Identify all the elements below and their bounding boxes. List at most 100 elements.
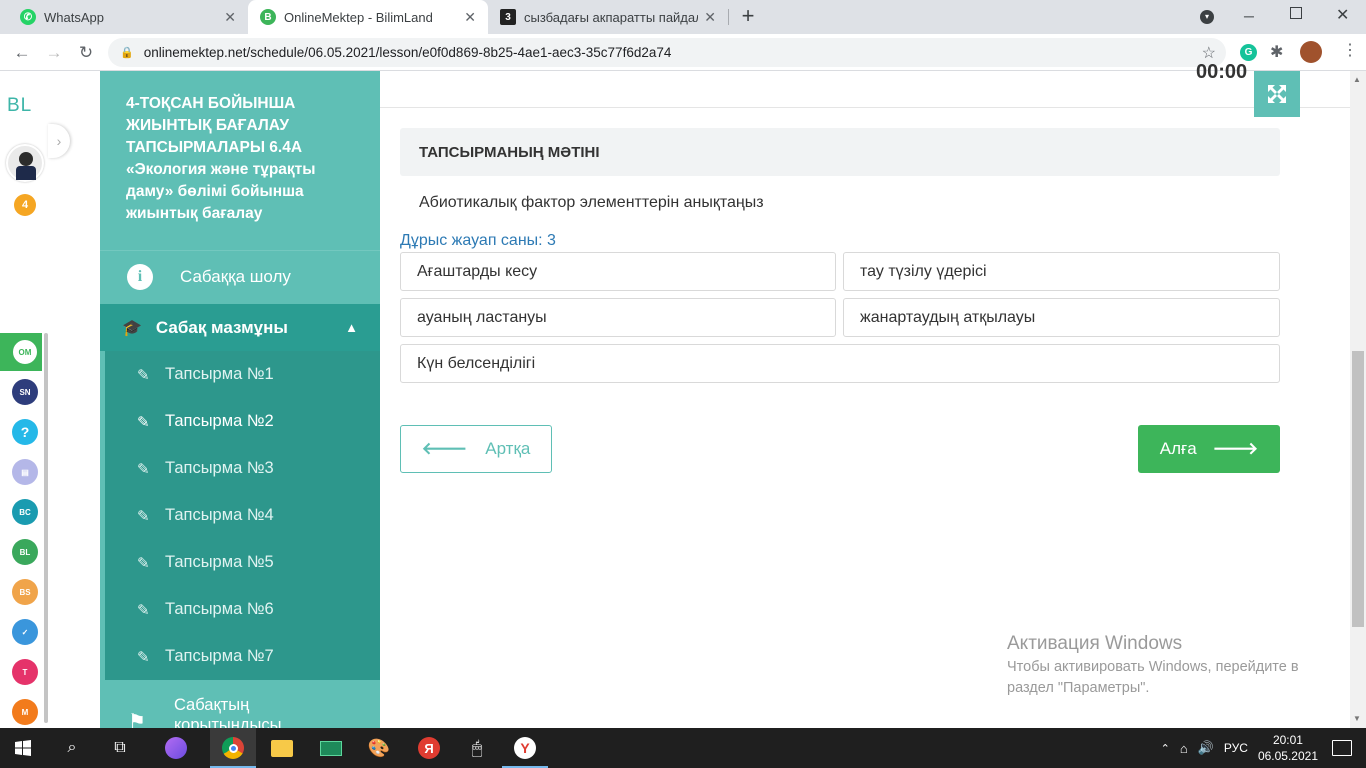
edit-icon: ✎ bbox=[137, 366, 150, 384]
address-bar[interactable]: 🔒 onlinemektep.net/schedule/06.05.2021/l… bbox=[108, 38, 1226, 67]
close-icon[interactable]: ✕ bbox=[704, 9, 716, 26]
yandex-icon[interactable]: Я bbox=[415, 734, 443, 762]
sidebar-item-overview[interactable]: i Сабаққа шолу bbox=[100, 250, 380, 303]
checklist-app-icon[interactable]: ✓ bbox=[12, 619, 38, 645]
minimize-icon[interactable]: ─ bbox=[1244, 8, 1254, 24]
next-button[interactable]: Алға 🡒 bbox=[1138, 425, 1280, 473]
avatar[interactable] bbox=[6, 144, 44, 182]
sidebar-task-2[interactable]: ✎ Тапсырма №2 bbox=[105, 398, 380, 445]
sidebar-task-4[interactable]: ✎ Тапсырма №4 bbox=[105, 492, 380, 539]
money-app-icon[interactable] bbox=[317, 734, 345, 762]
url-text: onlinemektep.net/schedule/06.05.2021/les… bbox=[143, 45, 672, 60]
scroll-up-arrow-icon[interactable]: ▲ bbox=[1353, 75, 1361, 84]
alice-assistant-icon[interactable] bbox=[162, 734, 190, 762]
next-button-label: Алға bbox=[1159, 439, 1197, 458]
network-icon[interactable]: ⌂ bbox=[1180, 741, 1188, 756]
divider bbox=[380, 107, 1350, 108]
back-button-label: Артқа bbox=[485, 439, 531, 458]
reload-icon[interactable]: ↻ bbox=[74, 41, 98, 65]
site-favicon-icon: 3 bbox=[500, 9, 516, 25]
lesson-content: 00:00 ТАПСЫРМАНЫҢ МӘТІНІ Абиотикалық фак… bbox=[380, 61, 1350, 728]
sidebar-task-5[interactable]: ✎ Тапсырма №5 bbox=[105, 539, 380, 586]
task-header: ТАПСЫРМАНЫҢ МӘТІНІ bbox=[400, 128, 1280, 176]
bilimland-logo: BL bbox=[7, 95, 33, 116]
bilim-shop-app-icon[interactable]: BS bbox=[12, 579, 38, 605]
scroll-down-arrow-icon[interactable]: ▼ bbox=[1353, 714, 1361, 723]
sidebar-item-content[interactable]: 🎓 Сабақ мазмұны ▲ bbox=[100, 304, 380, 351]
keyboard-app-icon[interactable]: ▤ bbox=[12, 459, 38, 485]
paint-icon[interactable]: 🎨 bbox=[365, 734, 393, 762]
expand-arrows-icon bbox=[1268, 85, 1286, 103]
sidebar-item-summary[interactable]: ⚑ Сабақтың қорытындысы bbox=[100, 683, 380, 728]
sidebar-task-6[interactable]: ✎ Тапсырма №6 bbox=[105, 586, 380, 633]
start-windows-icon[interactable] bbox=[9, 734, 37, 762]
yandex-browser-icon[interactable]: Y bbox=[511, 734, 539, 762]
whatsapp-icon: ✆ bbox=[20, 9, 36, 25]
mouse-app-icon[interactable]: 🖱 bbox=[463, 734, 491, 762]
tab-search-icon[interactable]: ▾ bbox=[1200, 10, 1214, 24]
task-label: Тапсырма №6 bbox=[165, 600, 274, 618]
chrome-icon[interactable] bbox=[219, 734, 247, 762]
answer-option[interactable]: тау түзілу үдерісі bbox=[843, 252, 1280, 291]
system-tray: ⌃ ⌂ 🔊 РУС 20:01 06.05.2021 bbox=[1161, 728, 1366, 768]
bilim-center-app-icon[interactable]: BC bbox=[12, 499, 38, 525]
close-icon[interactable]: ✕ bbox=[464, 9, 476, 26]
grammarly-icon[interactable]: G bbox=[1240, 44, 1257, 61]
extensions-puzzle-icon[interactable]: ✱ bbox=[1270, 42, 1283, 62]
search-icon[interactable]: ⌕ bbox=[58, 734, 86, 762]
notification-badge[interactable]: 4 bbox=[14, 194, 36, 216]
page-scrollbar[interactable]: ▲ ▼ bbox=[1350, 71, 1366, 728]
show-hidden-icons-chevron-icon[interactable]: ⌃ bbox=[1161, 742, 1170, 755]
back-arrow-icon[interactable]: ← bbox=[10, 41, 34, 65]
window-close-icon[interactable]: ✕ bbox=[1336, 5, 1349, 25]
answer-option[interactable]: ауаның ластануы bbox=[400, 298, 836, 337]
task-view-icon[interactable]: ⧉ bbox=[106, 734, 134, 762]
clock[interactable]: 20:01 06.05.2021 bbox=[1258, 732, 1318, 764]
fullscreen-button[interactable] bbox=[1254, 71, 1300, 117]
volume-icon[interactable]: 🔊 bbox=[1198, 740, 1214, 756]
help-question-icon[interactable]: ? bbox=[12, 419, 38, 445]
language-indicator[interactable]: РУС bbox=[1224, 741, 1248, 755]
sidebar-task-7[interactable]: ✎ Тапсырма №7 bbox=[105, 633, 380, 680]
forward-arrow-icon[interactable]: → bbox=[42, 41, 66, 65]
media-app-icon[interactable]: M bbox=[12, 699, 38, 725]
sidebar-item-label: Сабаққа шолу bbox=[180, 267, 291, 286]
bookmark-star-icon[interactable]: ☆ bbox=[1202, 43, 1216, 63]
avatar-head bbox=[19, 152, 33, 166]
chevron-up-icon: ▲ bbox=[345, 320, 358, 335]
new-tab-button[interactable]: + bbox=[737, 5, 759, 29]
answer-option[interactable]: жанартаудың атқылауы bbox=[843, 298, 1280, 337]
lesson-sidebar: 4-ТОҚСАН БОЙЫНША ЖИЫНТЫҚ БАҒАЛАУ ТАПСЫРМ… bbox=[100, 71, 380, 728]
windows-taskbar: ⌕ ⧉ 🎨 Я 🖱 Y ⌃ ⌂ 🔊 РУС 20:01 06.05.2021 bbox=[0, 728, 1366, 768]
edit-icon: ✎ bbox=[137, 601, 150, 619]
smart-nation-app-icon[interactable]: SN bbox=[12, 379, 38, 405]
tab-title: сызбадағы акпаратты пайдала bbox=[524, 9, 699, 25]
info-icon: i bbox=[127, 264, 153, 290]
task-label: Тапсырма №7 bbox=[165, 647, 274, 665]
rail-expand-chevron-icon[interactable]: › bbox=[48, 124, 70, 158]
notifications-icon[interactable] bbox=[1332, 740, 1352, 756]
back-button[interactable]: 🡐 Артқа bbox=[400, 425, 552, 473]
onlinemektep-app-icon[interactable]: OM bbox=[12, 339, 38, 365]
twig-app-icon[interactable]: T bbox=[12, 659, 38, 685]
tab-separator bbox=[728, 9, 729, 25]
answer-option[interactable]: Ағаштарды кесу bbox=[400, 252, 836, 291]
tab-onlinemektep[interactable]: B OnlineMektep - BilimLand ✕ bbox=[248, 0, 488, 34]
answer-option[interactable]: Күн белсенділігі bbox=[400, 344, 1280, 383]
sidebar-task-3[interactable]: ✎ Тапсырма №3 bbox=[105, 445, 380, 492]
bilimland-app-icon[interactable]: BL bbox=[12, 539, 38, 565]
tab-search[interactable]: 3 сызбадағы акпаратты пайдала ✕ bbox=[488, 0, 728, 34]
maximize-icon[interactable] bbox=[1290, 7, 1302, 19]
scrollbar-thumb[interactable] bbox=[1352, 351, 1364, 627]
close-icon[interactable]: ✕ bbox=[224, 9, 236, 26]
tab-whatsapp[interactable]: ✆ WhatsApp ✕ bbox=[8, 0, 248, 34]
left-rail: BL 4 OM SN ? ▤ BC BL BS ✓ T M bbox=[0, 71, 50, 728]
sidebar-task-1[interactable]: ✎ Тапсырма №1 bbox=[105, 351, 380, 398]
task-text: Абиотикалық фактор элементтерін анықтаңы… bbox=[419, 194, 764, 211]
task-label: Тапсырма №2 bbox=[165, 412, 274, 430]
rail-scrollbar[interactable] bbox=[44, 333, 48, 723]
file-explorer-icon[interactable] bbox=[268, 734, 296, 762]
profile-avatar[interactable] bbox=[1300, 41, 1322, 63]
task-label: Тапсырма №5 bbox=[165, 553, 274, 571]
browser-menu-icon[interactable]: ⋮ bbox=[1342, 40, 1358, 60]
